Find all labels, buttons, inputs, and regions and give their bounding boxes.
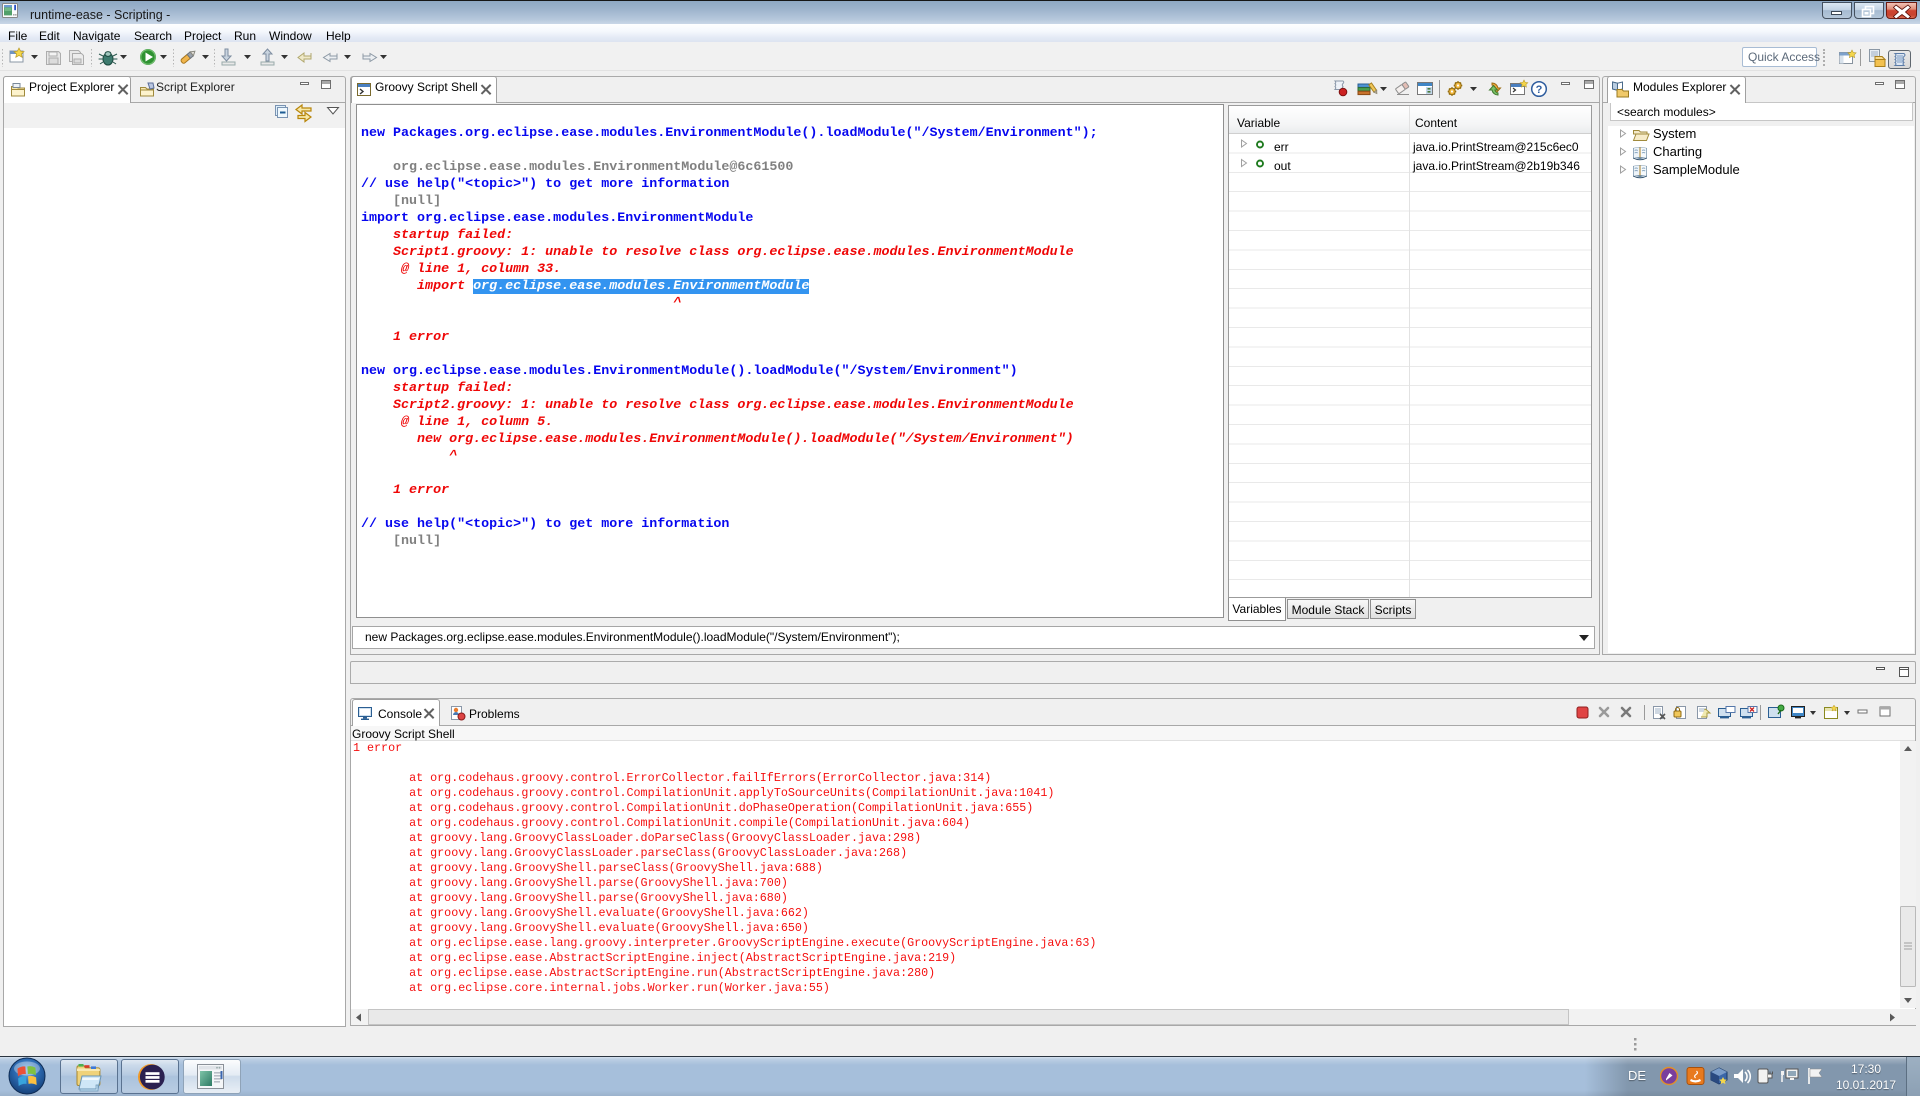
svg-text:?: ? [1536, 84, 1543, 96]
